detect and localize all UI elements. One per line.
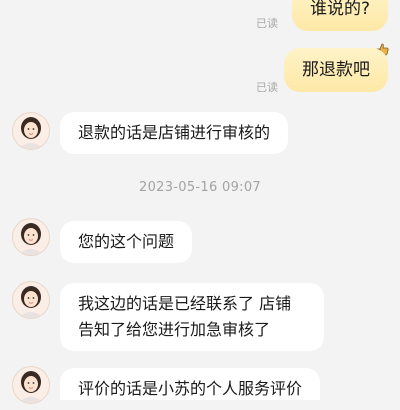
user-message-bubble[interactable]: 谁说的? xyxy=(291,0,388,31)
read-status: 已读 xyxy=(256,81,278,94)
user-message-bubble[interactable]: 那退款吧 xyxy=(284,48,388,92)
agent-avatar-icon[interactable] xyxy=(12,218,50,256)
agent-message-bubble[interactable]: 我这边的话是已经联系了 店铺告知了给您进行加急审核了 xyxy=(60,283,324,351)
agent-avatar-icon[interactable] xyxy=(12,366,50,404)
agent-avatar-icon[interactable] xyxy=(12,112,50,150)
agent-message-bubble[interactable]: 您的这个问题 xyxy=(60,221,193,263)
read-status: 已读 xyxy=(256,17,278,30)
agent-message-bubble[interactable]: 退款的话是店铺进行审核的 xyxy=(60,112,289,154)
agent-avatar-icon[interactable] xyxy=(12,281,50,319)
agent-message-bubble[interactable]: 评价的话是小苏的个人服务评价 xyxy=(60,368,321,400)
message-timestamp: 2023-05-16 09:07 xyxy=(139,180,261,195)
